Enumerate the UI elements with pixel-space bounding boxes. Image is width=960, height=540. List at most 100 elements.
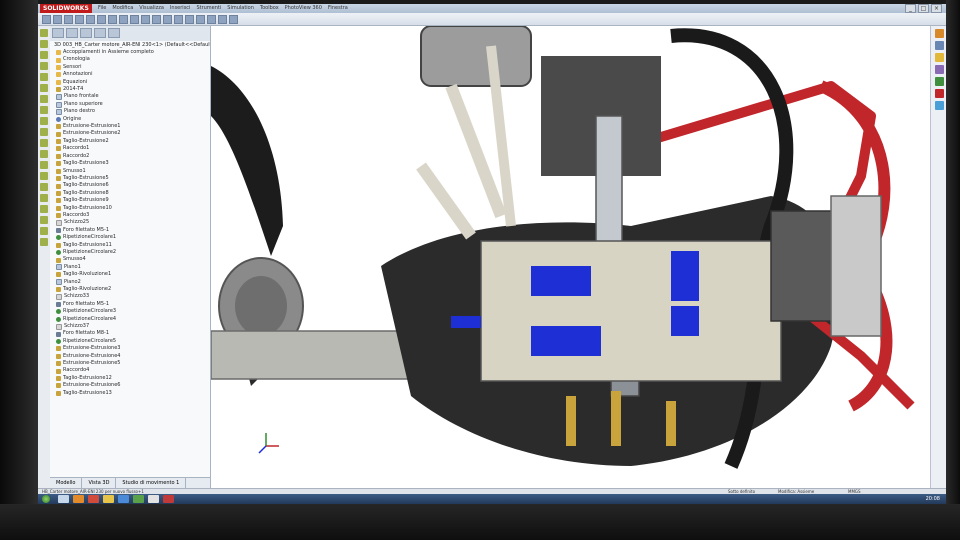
folder-icon[interactable]: [103, 495, 114, 503]
tree-item[interactable]: Taglio-Estrusione10: [56, 205, 210, 212]
tree-item[interactable]: Sensori: [56, 64, 210, 71]
menu-item-photoview[interactable]: PhotoView 360: [285, 4, 322, 13]
interference-icon[interactable]: [40, 238, 48, 246]
tree-item[interactable]: Schizzo37: [56, 323, 210, 330]
tree-item[interactable]: Cronologia: [56, 56, 210, 63]
tree-item[interactable]: Estrusione-Estrusione4: [56, 353, 210, 360]
display-style-icon[interactable]: [185, 15, 194, 24]
menu-item-toolbox[interactable]: Toolbox: [260, 4, 279, 13]
mass-properties-icon[interactable]: [40, 216, 48, 224]
menu-item-finestra[interactable]: Finestra: [328, 4, 348, 13]
display-manager-tab-icon[interactable]: [108, 28, 120, 38]
measure-icon[interactable]: [40, 205, 48, 213]
tree-item[interactable]: Raccordo4: [56, 367, 210, 374]
options-icon[interactable]: [130, 15, 139, 24]
fillet-icon[interactable]: [40, 73, 48, 81]
sketch-icon[interactable]: [40, 29, 48, 37]
tab-studio-movimento[interactable]: Studio di movimento 1: [116, 478, 187, 488]
tree-item[interactable]: Taglio-Rivoluzione1: [56, 271, 210, 278]
tree-item[interactable]: Taglio-Rivoluzione2: [56, 286, 210, 293]
reference-geometry-icon[interactable]: [40, 128, 48, 136]
tab-modello[interactable]: Modello: [50, 478, 83, 488]
close-button[interactable]: ×: [931, 4, 942, 13]
menu-item-modifica[interactable]: Modifica: [112, 4, 133, 13]
menu-item-file[interactable]: File: [98, 4, 106, 13]
open-icon[interactable]: [53, 15, 62, 24]
tree-item[interactable]: Annotazioni: [56, 71, 210, 78]
section-properties-icon[interactable]: [40, 227, 48, 235]
tree-item[interactable]: 2014-T4: [56, 86, 210, 93]
appearance-icon[interactable]: [207, 15, 216, 24]
tree-item[interactable]: Estrusione-Estrusione5: [56, 360, 210, 367]
tree-item[interactable]: RipetizioneCircolare5: [56, 338, 210, 345]
media-player-icon[interactable]: [73, 495, 84, 503]
view-settings-icon[interactable]: [229, 15, 238, 24]
print-icon[interactable]: [75, 15, 84, 24]
browser-icon[interactable]: [118, 495, 129, 503]
menu-item-strumenti[interactable]: Strumenti: [196, 4, 221, 13]
pattern-icon[interactable]: [40, 106, 48, 114]
undo-icon[interactable]: [86, 15, 95, 24]
tree-item[interactable]: Piano destro: [56, 108, 210, 115]
pdf-icon[interactable]: [163, 495, 174, 503]
forum-icon[interactable]: [934, 101, 944, 110]
redo-icon[interactable]: [97, 15, 106, 24]
tree-item[interactable]: Piano superiore: [56, 101, 210, 108]
tree-item[interactable]: Taglio-Estrusione3: [56, 160, 210, 167]
tree-item[interactable]: Taglio-Estrusione13: [56, 390, 210, 397]
tree-item[interactable]: Piano1: [56, 264, 210, 271]
maximize-button[interactable]: □: [918, 4, 929, 13]
tree-item[interactable]: Foro filettato M8-1: [56, 330, 210, 337]
section-view-icon[interactable]: [163, 15, 172, 24]
tree-item[interactable]: Taglio-Estrusione9: [56, 197, 210, 204]
tree-item[interactable]: Raccordo3: [56, 212, 210, 219]
menu-item-inserisci[interactable]: Inserisci: [170, 4, 191, 13]
tree-item[interactable]: Smusso1: [56, 168, 210, 175]
instant3d-icon[interactable]: [40, 194, 48, 202]
appearances-icon[interactable]: [934, 77, 944, 86]
draft-icon[interactable]: [40, 172, 48, 180]
scene-icon[interactable]: [218, 15, 227, 24]
save-icon[interactable]: [64, 15, 73, 24]
hide-show-icon[interactable]: [196, 15, 205, 24]
tree-item[interactable]: Raccordo1: [56, 145, 210, 152]
tree-item[interactable]: RipetizioneCircolare3: [56, 308, 210, 315]
view-palette-icon[interactable]: [934, 65, 944, 74]
graphics-viewport[interactable]: [211, 26, 930, 488]
property-manager-tab-icon[interactable]: [66, 28, 78, 38]
tree-item[interactable]: Smusso4: [56, 256, 210, 263]
tree-item[interactable]: Raccordo2: [56, 153, 210, 160]
zoom-area-icon[interactable]: [152, 15, 161, 24]
cut-icon[interactable]: [40, 62, 48, 70]
zoom-fit-icon[interactable]: [141, 15, 150, 24]
new-icon[interactable]: [42, 15, 51, 24]
rebuild-icon[interactable]: [119, 15, 128, 24]
tree-item[interactable]: Estrusione-Estrusione6: [56, 382, 210, 389]
select-icon[interactable]: [108, 15, 117, 24]
tree-item[interactable]: Piano frontale: [56, 93, 210, 101]
tree-item[interactable]: Taglio-Estrusione6: [56, 182, 210, 189]
design-library-icon[interactable]: [934, 41, 944, 50]
tree-item[interactable]: Taglio-Estrusione5: [56, 175, 210, 182]
excel-icon[interactable]: [133, 495, 144, 503]
tree-item[interactable]: Piano2: [56, 279, 210, 286]
tree-item[interactable]: Taglio-Estrusione12: [56, 375, 210, 382]
tree-item[interactable]: Taglio-Estrusione11: [56, 242, 210, 249]
dimxpert-tab-icon[interactable]: [94, 28, 106, 38]
menu-item-simulation[interactable]: Simulation: [227, 4, 254, 13]
tree-item[interactable]: RipetizioneCircolare1: [56, 234, 210, 241]
tree-item[interactable]: Equazioni: [56, 79, 210, 86]
tab-vista-3d[interactable]: Vista 3D: [82, 478, 117, 488]
notepad-icon[interactable]: [148, 495, 159, 503]
shell-icon[interactable]: [40, 150, 48, 158]
tree-item[interactable]: Taglio-Estrusione2: [56, 138, 210, 145]
dome-icon[interactable]: [40, 183, 48, 191]
configuration-manager-tab-icon[interactable]: [80, 28, 92, 38]
tree-item[interactable]: RipetizioneCircolare4: [56, 316, 210, 323]
solidworks-taskbar-icon[interactable]: [88, 495, 99, 503]
explorer-icon[interactable]: [58, 495, 69, 503]
hole-wizard-icon[interactable]: [40, 95, 48, 103]
start-button[interactable]: [42, 495, 50, 503]
tree-item[interactable]: Estrusione-Estrusione3: [56, 345, 210, 352]
tree-item[interactable]: Schizzo25: [56, 219, 210, 227]
